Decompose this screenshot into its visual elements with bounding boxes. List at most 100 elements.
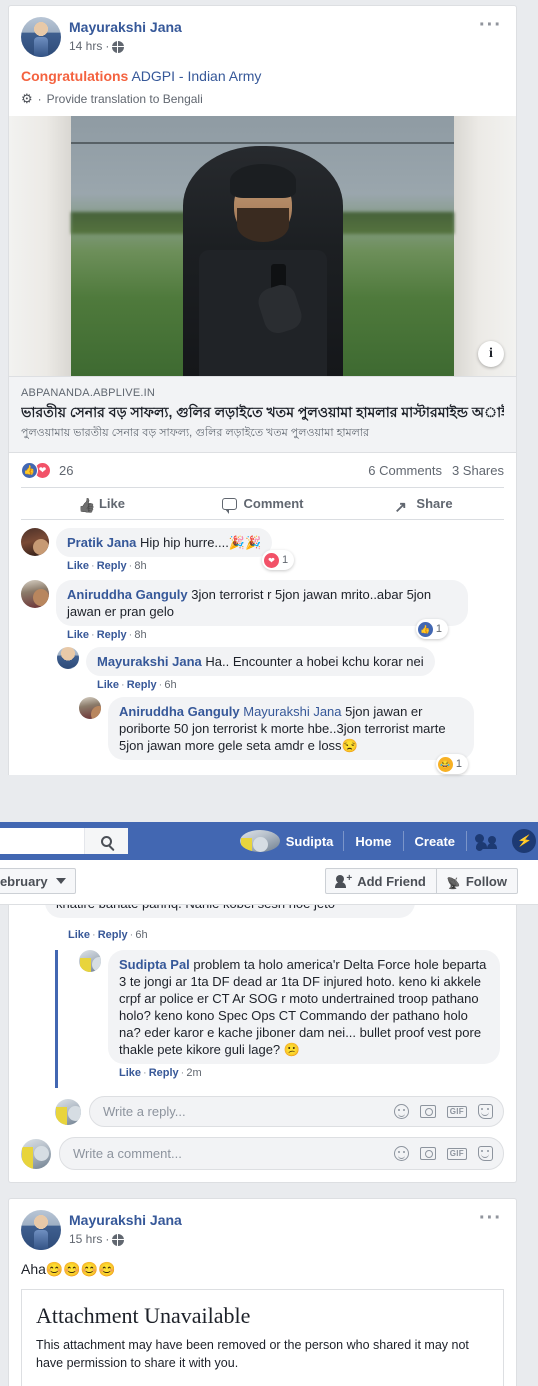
avatar[interactable] (79, 697, 101, 719)
reactions-bar: 👍 ❤ 26 6 Comments 3 Shares (9, 453, 516, 487)
comment-author[interactable]: Aniruddha Ganguly (119, 704, 240, 719)
comment-like-link[interactable]: Like (67, 560, 89, 572)
post-mention[interactable]: ADGPI - Indian Army (131, 68, 261, 84)
comment-actions: Like · Reply · 6h (68, 929, 148, 941)
friend-requests-icon (475, 833, 497, 849)
comments-count[interactable]: 6 Comments (368, 463, 442, 478)
reaction-count[interactable]: 26 (59, 463, 73, 478)
comment-like-link[interactable]: Like (97, 679, 119, 691)
month-filter-button[interactable]: February (0, 868, 76, 894)
comment-text: Hip hip hurre....🎉🎉 (140, 535, 262, 550)
highlighted-reply-thread: Sudipta Pal problem ta holo america'r De… (55, 950, 504, 1088)
ellipsis-icon[interactable]: ··· (475, 15, 506, 35)
search-box[interactable] (0, 828, 128, 854)
add-friend-button[interactable]: + Add Friend (325, 868, 437, 894)
comment-time[interactable]: 6h (135, 929, 147, 941)
avatar[interactable] (21, 17, 61, 57)
clipped-comment-bubble: khatire banate parinq. Nahle kobei sesh … (9, 905, 516, 927)
search-input[interactable] (0, 828, 84, 854)
comment-input-box[interactable]: Write a comment... GIF (59, 1137, 504, 1170)
emoji-icon[interactable] (393, 1104, 409, 1119)
comment-time[interactable]: 8h (134, 629, 146, 641)
share-button[interactable]: Share (343, 488, 504, 519)
comment-time[interactable]: 8h (134, 560, 146, 572)
reply-input[interactable]: Write a reply... (103, 1104, 394, 1119)
provide-translation-link[interactable]: Provide translation to Bengali (47, 92, 203, 106)
comment-reply-link[interactable]: Reply (149, 1067, 179, 1079)
attachment-unavailable-box: Attachment Unavailable This attachment m… (21, 1289, 504, 1386)
gif-icon[interactable]: GIF (446, 1105, 467, 1118)
comment-like-link[interactable]: Like (119, 1067, 141, 1079)
nav-create-link[interactable]: Create (404, 834, 466, 849)
nav-profile-link[interactable]: Sudipta (230, 830, 344, 852)
comment-tagged-user[interactable]: Mayurakshi Jana (243, 704, 341, 719)
comment-author[interactable]: Pratik Jana (67, 535, 136, 550)
avatar[interactable] (21, 1210, 61, 1250)
comment-author[interactable]: Mayurakshi Jana (97, 654, 202, 669)
comment-reaction-badge[interactable]: 😂 1 (435, 754, 468, 774)
comment-author[interactable]: Aniruddha Ganguly (67, 587, 188, 602)
post-video-thumbnail[interactable]: i (9, 116, 516, 376)
comment-like-link[interactable]: Like (67, 629, 89, 641)
avatar[interactable] (79, 950, 101, 972)
comment-reaction-badge[interactable]: ❤ 1 (262, 550, 295, 570)
avatar[interactable] (21, 580, 49, 608)
post-header: Mayurakshi Jana 15 hrs · ··· (9, 1199, 516, 1250)
info-icon[interactable]: i (478, 341, 504, 367)
comment-composer: Write a comment... GIF (21, 1127, 504, 1182)
comment-reaction-badge[interactable]: 👍 1 (415, 619, 448, 639)
comment-time[interactable]: 6h (164, 679, 176, 691)
person-figure (182, 146, 343, 376)
follow-button[interactable]: Follow (436, 868, 518, 894)
sticker-icon[interactable] (478, 1104, 493, 1119)
gif-icon[interactable]: GIF (446, 1147, 467, 1160)
globe-icon[interactable] (112, 41, 125, 53)
comment-reply-link[interactable]: Reply (97, 560, 127, 572)
comment-time[interactable]: 2m (186, 1067, 201, 1079)
comment-button[interactable]: Comment (182, 488, 343, 519)
shares-count[interactable]: 3 Shares (452, 463, 504, 478)
sticker-icon[interactable] (478, 1146, 493, 1161)
post-timestamp[interactable]: 15 hrs (69, 1231, 102, 1247)
navbar-right-group: Sudipta Home Create (230, 822, 538, 860)
haha-reaction-icon: 😂 (437, 756, 453, 772)
reply-input-box[interactable]: Write a reply... GIF (89, 1096, 504, 1127)
comment-reaction-count: 1 (455, 758, 462, 770)
link-title[interactable]: ভারতীয় সেনার বড় সাফল্য, গুলির লড়াইতে … (21, 403, 504, 422)
comments-list: Pratik Jana Hip hip hurre....🎉🎉 ❤ 1 Like… (9, 520, 516, 775)
like-button[interactable]: Like (21, 488, 182, 519)
link-description: পুলওয়ামায় ভারতীয় সেনার বড় সাফল্য, গু… (21, 427, 370, 439)
messenger-button[interactable] (504, 829, 538, 853)
reaction-summary[interactable]: 👍 ❤ 26 (21, 462, 73, 479)
post-author-name[interactable]: Mayurakshi Jana (69, 1211, 182, 1229)
globe-icon[interactable] (112, 1234, 125, 1246)
post-message: Aha😊😊😊😊 (21, 1261, 116, 1277)
comment-input[interactable]: Write a comment... (73, 1146, 394, 1161)
comment-like-link[interactable]: Like (68, 929, 90, 941)
camera-icon[interactable] (419, 1147, 436, 1160)
link-attachment[interactable]: ABPANANDA.ABPLIVE.IN ভারতীয় সেনার বড় স… (9, 376, 516, 453)
comment-reply-link[interactable]: Reply (98, 929, 128, 941)
friend-requests-button[interactable] (467, 833, 504, 849)
post-timestamp[interactable]: 14 hrs (69, 38, 102, 54)
facebook-top-navbar: Sudipta Home Create (0, 822, 538, 860)
like-reaction-icon: 👍 (417, 621, 433, 637)
comment-actions: Like · Reply · 2m (119, 1067, 202, 1079)
post-author-name[interactable]: Mayurakshi Jana (69, 18, 182, 36)
post-highlight-text: Congratulations (21, 68, 129, 84)
nav-home-link[interactable]: Home (344, 834, 402, 849)
search-button[interactable] (84, 828, 128, 854)
camera-icon[interactable] (419, 1105, 436, 1118)
comment-author[interactable]: Sudipta Pal (119, 957, 190, 972)
emoji-icon[interactable] (393, 1146, 409, 1161)
avatar[interactable] (57, 647, 79, 669)
love-reaction-icon: ❤ (264, 552, 279, 568)
gear-icon[interactable]: ⚙ (21, 92, 33, 105)
comment-text: problem ta holo america'r Delta Force ho… (119, 957, 487, 1057)
avatar[interactable] (21, 528, 49, 556)
post-message: Congratulations ADGPI - Indian Army (9, 57, 516, 88)
comment-reply-link[interactable]: Reply (127, 679, 157, 691)
reaction-icons: 👍 ❤ (21, 462, 51, 479)
ellipsis-icon[interactable]: ··· (475, 1208, 506, 1228)
comment-reply-link[interactable]: Reply (97, 629, 127, 641)
